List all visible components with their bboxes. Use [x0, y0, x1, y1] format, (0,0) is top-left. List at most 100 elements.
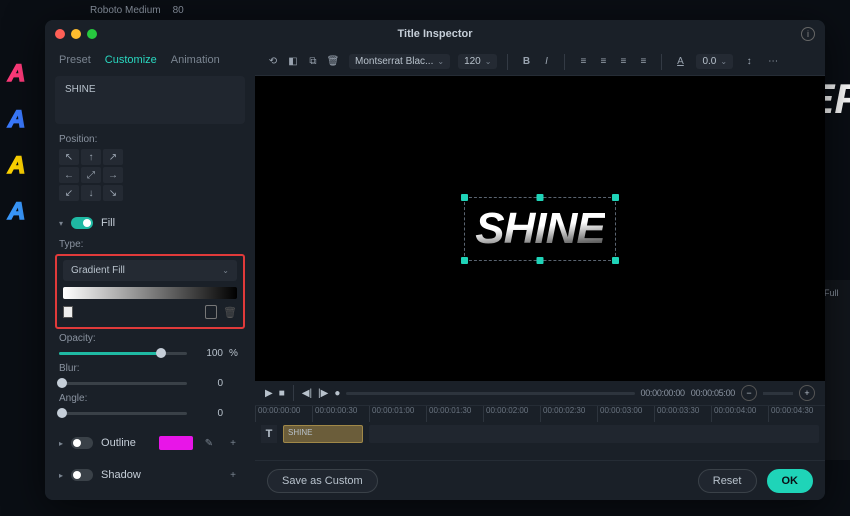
ruler-tick: 00:00:04:30 — [768, 406, 825, 422]
ruler-tick: 00:00:02:30 — [540, 406, 597, 422]
minimize-window-button[interactable] — [71, 29, 81, 39]
next-icon[interactable]: |▶ — [318, 388, 328, 399]
transform-icon[interactable]: ⟲ — [265, 54, 281, 70]
timeline-clip[interactable]: SHINE — [283, 425, 363, 443]
ruler-tick: 00:00:03:30 — [654, 406, 711, 422]
save-as-custom-button[interactable]: Save as Custom — [267, 469, 378, 493]
delete-icon[interactable]: 🗑 — [325, 54, 341, 70]
timeline-ruler[interactable]: 00:00:00:00 00:00:00:30 00:00:01:00 00:0… — [255, 406, 825, 422]
tab-customize[interactable]: Customize — [105, 54, 157, 66]
footer: Save as Custom Reset OK — [255, 460, 825, 500]
position-label: Position: — [59, 134, 241, 145]
resize-handle-br[interactable] — [612, 257, 619, 264]
ok-button[interactable]: OK — [767, 469, 814, 493]
timecode-duration: 00:00:05:00 — [691, 388, 735, 398]
chevron-down-icon: ▾ — [59, 219, 63, 228]
fill-toggle[interactable] — [71, 217, 93, 229]
add-icon[interactable]: + — [225, 467, 241, 483]
fill-type-select[interactable]: Gradient Fill ⌄ — [63, 260, 237, 281]
window-titlebar[interactable]: Title Inspector i — [45, 20, 825, 48]
align-left-icon[interactable]: ≡ — [575, 54, 591, 70]
info-icon[interactable]: i — [801, 27, 815, 41]
outline-color-swatch[interactable] — [159, 436, 193, 450]
align-justify-icon[interactable]: ≡ — [635, 54, 651, 70]
preview-canvas[interactable]: SHINE — [255, 76, 825, 381]
tabs: Preset Customize Animation — [49, 48, 251, 72]
opacity-slider[interactable] — [59, 352, 187, 355]
font-family-select[interactable]: Montserrat Blac...⌄ — [349, 54, 450, 69]
shadow-section-header[interactable]: ▸ Shadow + — [49, 463, 251, 487]
track-empty[interactable] — [369, 425, 819, 443]
opacity-unit: % — [229, 348, 241, 359]
text-color-icon[interactable]: A — [672, 54, 688, 70]
text-content-field[interactable]: SHINE — [55, 76, 245, 124]
bold-icon[interactable]: B — [518, 54, 534, 70]
reset-button[interactable]: Reset — [698, 469, 757, 493]
arrow-nw[interactable]: ↖ — [59, 149, 79, 165]
window-title: Title Inspector — [398, 28, 473, 40]
gradient-stop-start[interactable] — [63, 306, 73, 318]
scrub-bar[interactable] — [346, 392, 634, 395]
gradient-bar[interactable] — [63, 287, 237, 299]
transform2-icon[interactable]: ◧ — [285, 54, 301, 70]
ruler-tick: 00:00:03:00 — [597, 406, 654, 422]
marker-icon[interactable]: ● — [334, 388, 340, 399]
zoom-in-icon[interactable]: + — [799, 385, 815, 401]
play-icon[interactable]: ▶ — [265, 388, 273, 399]
resize-handle-tl[interactable] — [461, 194, 468, 201]
background-topbar: Roboto Medium 80 — [40, 0, 420, 20]
opacity-value[interactable]: 100 — [193, 348, 223, 359]
arrow-s[interactable]: ↓ — [81, 185, 101, 201]
resize-handle-bl[interactable] — [461, 257, 468, 264]
ruler-tick: 00:00:02:00 — [483, 406, 540, 422]
tab-preset[interactable]: Preset — [59, 54, 91, 66]
add-icon[interactable]: + — [225, 435, 241, 451]
bg-font-size: 80 — [173, 5, 184, 16]
close-window-button[interactable] — [55, 29, 65, 39]
align-center-icon[interactable]: ≡ — [595, 54, 611, 70]
traffic-lights — [55, 29, 97, 39]
zoom-slider[interactable] — [763, 392, 793, 395]
arrow-ne[interactable]: ↗ — [103, 149, 123, 165]
font-size-select[interactable]: 120⌄ — [458, 54, 497, 69]
arrow-e[interactable]: → — [103, 167, 123, 183]
outline-toggle[interactable] — [71, 437, 93, 449]
text-track-icon[interactable]: T — [261, 425, 277, 443]
line-height-icon[interactable]: ↕ — [741, 54, 757, 70]
resize-handle-tr[interactable] — [612, 194, 619, 201]
fill-section-header[interactable]: ▾ Fill — [49, 213, 251, 233]
resize-handle-bm[interactable] — [536, 257, 543, 264]
prev-icon[interactable]: ◀| — [302, 388, 312, 399]
copy-icon[interactable]: ⧉ — [305, 54, 321, 70]
arrow-center[interactable]: ⤢ — [81, 167, 101, 183]
blur-slider[interactable] — [59, 382, 187, 385]
bg-full-label: Full — [824, 288, 846, 298]
align-right-icon[interactable]: ≡ — [615, 54, 631, 70]
angle-label: Angle: — [59, 393, 241, 404]
type-label: Type: — [59, 239, 241, 250]
arrow-w[interactable]: ← — [59, 167, 79, 183]
arrow-n[interactable]: ↑ — [81, 149, 101, 165]
angle-value[interactable]: 0 — [193, 408, 223, 419]
shadow-toggle[interactable] — [71, 469, 93, 481]
tab-animation[interactable]: Animation — [171, 54, 220, 66]
fill-type-value: Gradient Fill — [71, 265, 125, 276]
italic-icon[interactable]: I — [538, 54, 554, 70]
selection-box[interactable]: SHINE — [464, 197, 615, 261]
more-icon[interactable]: ⋯ — [765, 54, 781, 70]
stop-icon[interactable]: ■ — [279, 388, 285, 399]
resize-handle-tm[interactable] — [536, 194, 543, 201]
eyedropper-icon[interactable] — [205, 305, 217, 319]
eyedropper-icon[interactable]: ✎ — [201, 435, 217, 451]
maximize-window-button[interactable] — [87, 29, 97, 39]
background-title-samples: A A A A — [0, 0, 40, 516]
blur-value[interactable]: 0 — [193, 378, 223, 389]
zoom-out-icon[interactable]: − — [741, 385, 757, 401]
canvas-text[interactable]: SHINE — [475, 204, 604, 254]
outline-section-header[interactable]: ▸ Outline ✎ + — [49, 431, 251, 455]
letter-spacing-input[interactable]: 0.0⌄ — [696, 54, 733, 69]
arrow-se[interactable]: ↘ — [103, 185, 123, 201]
delete-stop-icon[interactable]: 🗑 — [223, 306, 237, 319]
angle-slider[interactable] — [59, 412, 187, 415]
arrow-sw[interactable]: ↙ — [59, 185, 79, 201]
